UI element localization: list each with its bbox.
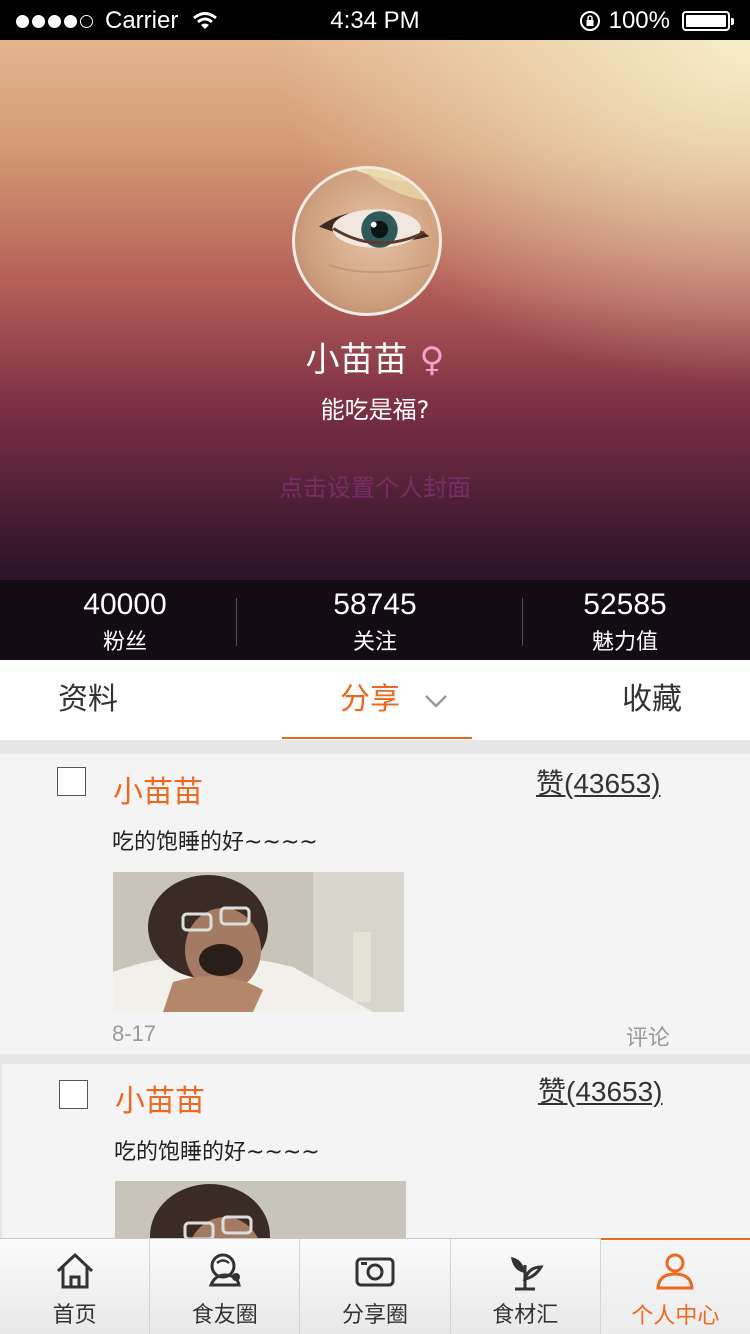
stat-fans[interactable]: 40000 粉丝 <box>0 580 250 660</box>
chevron-down-icon[interactable] <box>424 694 448 708</box>
tab-favorites[interactable]: 收藏 <box>622 660 682 740</box>
status-bar: Carrier 4:34 PM 100% <box>0 0 750 40</box>
profile-username: 小苗苗 <box>305 340 408 380</box>
like-link[interactable]: 赞(43653) <box>538 1070 663 1110</box>
post-text: 吃的饱睡的好~~~~ <box>112 830 318 855</box>
tabbar-personal-center[interactable]: 个人中心 <box>600 1238 750 1334</box>
post-text: 吃的饱睡的好~~~~ <box>114 1140 320 1165</box>
avatar-eye-image <box>319 169 439 274</box>
home-icon <box>56 1253 93 1289</box>
profile-tabs: 资料 分享 收藏 <box>0 660 750 740</box>
stat-value: 58745 <box>333 588 417 621</box>
profile-cover[interactable]: 小苗苗 ♀ 能吃是福? 点击设置个人封面 <box>0 40 750 580</box>
battery-percent: 100% <box>608 7 670 34</box>
post-image[interactable] <box>113 872 404 1012</box>
stat-following[interactable]: 58745 关注 <box>250 580 500 660</box>
select-checkbox[interactable] <box>57 767 86 796</box>
post-image[interactable] <box>115 1181 406 1238</box>
like-link[interactable]: 赞(43653) <box>536 762 661 802</box>
profile-username-row: 小苗苗 ♀ <box>0 332 750 381</box>
tabbar-label: 个人中心 <box>631 1304 720 1329</box>
tabbar-ingredients[interactable]: 食材汇 <box>451 1239 601 1334</box>
profile-stats: 40000 粉丝 58745 关注 52585 魅力值 <box>0 580 750 660</box>
tabbar-label: 首页 <box>52 1303 97 1328</box>
stat-divider <box>236 598 237 646</box>
camera-icon <box>355 1257 395 1287</box>
list-item[interactable]: 小苗苗 赞(43653) 吃的饱睡的好~~~~ <box>2 1064 750 1238</box>
share-feed[interactable]: 小苗苗 赞(43653) 吃的饱睡的好~~~~ 8-17 评论 小苗苗 赞(43… <box>0 740 750 1238</box>
post-author[interactable]: 小苗苗 <box>115 1076 205 1120</box>
active-tab-indicator <box>282 737 472 739</box>
post-date: 8-17 <box>112 1021 157 1046</box>
stat-label: 关注 <box>352 630 397 655</box>
stat-value: 52585 <box>583 588 667 621</box>
stat-label: 魅力值 <box>591 630 658 655</box>
sprout-icon <box>511 1257 544 1291</box>
list-item[interactable]: 小苗苗 赞(43653) 吃的饱睡的好~~~~ 8-17 评论 <box>0 754 750 1054</box>
tabbar-home[interactable]: 首页 <box>0 1239 151 1334</box>
stat-divider <box>522 598 523 646</box>
tab-profile-info[interactable]: 资料 <box>58 660 118 740</box>
female-gender-icon: ♀ <box>419 340 445 380</box>
bottom-tab-bar: 首页 食友圈 分享圈 食材汇 个人中心 <box>0 1238 750 1334</box>
tabbar-label: 食材汇 <box>492 1303 559 1328</box>
set-cover-link[interactable]: 点击设置个人封面 <box>0 468 750 503</box>
stat-charm[interactable]: 52585 魅力值 <box>500 580 750 660</box>
tabbar-food-friends[interactable]: 食友圈 <box>150 1239 301 1334</box>
tab-shares[interactable]: 分享 <box>340 660 448 740</box>
avatar[interactable] <box>292 166 442 316</box>
select-checkbox[interactable] <box>59 1080 88 1109</box>
comment-link[interactable]: 评论 <box>626 1020 670 1052</box>
tab-label: 分享 <box>340 682 400 717</box>
profile-signature: 能吃是福? <box>320 396 430 424</box>
tabbar-label: 分享圈 <box>342 1303 409 1328</box>
stat-value: 40000 <box>83 588 167 621</box>
person-icon <box>656 1253 695 1290</box>
post-author[interactable]: 小苗苗 <box>113 767 203 811</box>
tabbar-label: 食友圈 <box>191 1303 258 1328</box>
status-right: 100% <box>579 7 734 35</box>
battery-icon <box>682 11 734 31</box>
food-friends-icon <box>208 1253 241 1287</box>
stat-label: 粉丝 <box>102 630 147 655</box>
rotation-lock-icon <box>579 11 600 31</box>
tabbar-share-circle[interactable]: 分享圈 <box>300 1239 451 1334</box>
